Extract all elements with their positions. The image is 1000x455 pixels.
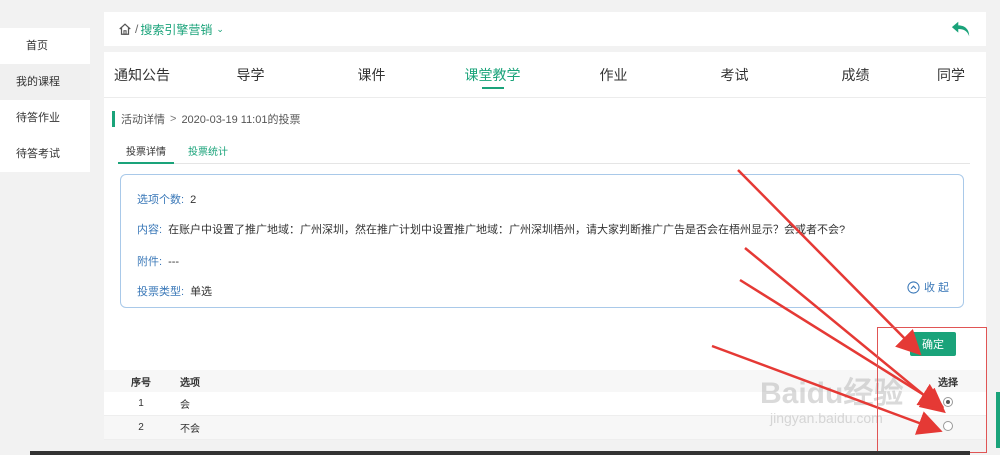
course-tabs: 通知公告 导学 课件 课堂教学 作业 考试 成绩 同学 [104,52,986,98]
vote-type-row: 投票类型: 单选 [137,284,212,300]
collapse-button[interactable]: 收 起 [907,279,949,295]
taskbar-strip [30,451,970,455]
tab-exams[interactable]: 考试 [674,52,795,97]
tab-classmates[interactable]: 同学 [916,52,986,97]
sidebar-item-pending-exams[interactable]: 待答考试 [0,136,90,172]
sidebar: 首页 我的课程 待答作业 待答考试 [0,28,90,172]
breadcrumb: / 搜索引擎营销 ⌄ [118,21,224,38]
option-radio[interactable] [943,421,953,431]
tab-grades[interactable]: 成绩 [795,52,916,97]
vote-subtabs: 投票详情 投票统计 [118,146,970,164]
vote-type-value: 单选 [190,286,213,298]
row-no: 2 [138,422,144,433]
subtab-vote-stats[interactable]: 投票统计 [180,146,236,164]
option-count-label: 选项个数: [137,194,185,206]
top-bar: / 搜索引擎营销 ⌄ [104,12,986,46]
back-arrow-icon[interactable] [950,19,972,39]
vote-detail-card: 选项个数: 2 内容: 在账户中设置了推广地域：广州深圳，然在推广计划中设置推广… [120,174,964,308]
tab-classroom[interactable]: 课堂教学 [432,52,553,97]
option-count-value: 2 [190,194,197,206]
tab-homework[interactable]: 作业 [553,52,674,97]
tab-courseware[interactable]: 课件 [311,52,432,97]
activity-title: 2020-03-19 11:01的投票 [181,114,301,126]
activity-crumb-separator: > [170,113,177,125]
main-panel: 通知公告 导学 课件 课堂教学 作业 考试 成绩 同学 活动详情 > 2020-… [104,52,986,440]
chevron-down-icon[interactable]: ⌄ [216,24,224,35]
vote-type-label: 投票类型: [137,286,185,298]
table-row[interactable]: 1 会 [104,392,986,416]
attachment-value: --- [168,256,180,268]
breadcrumb-course[interactable]: 搜索引擎营销 [140,21,212,38]
option-count-row: 选项个数: 2 [137,192,196,208]
breadcrumb-separator: / [135,22,139,36]
table-header: 序号 选项 选择 [104,370,986,392]
chevron-up-circle-icon [907,280,920,294]
header-option: 选项 [180,377,200,389]
confirm-button[interactable]: 确定 [910,332,956,356]
content-row: 内容: 在账户中设置了推广地域：广州深圳，然在推广计划中设置推广地域：广州深圳梧… [137,222,845,238]
row-option: 会 [180,400,190,411]
options-table: 序号 选项 选择 1 会 2 不会 [104,370,986,440]
row-option: 不会 [180,424,200,435]
content-label: 内容: [137,224,163,236]
subtab-vote-details[interactable]: 投票详情 [118,146,174,164]
header-no: 序号 [131,377,151,389]
activity-crumb-label[interactable]: 活动详情 [121,111,165,127]
attachment-label: 附件: [137,256,163,268]
right-edge-bar [996,392,1000,448]
home-icon[interactable] [118,22,132,36]
row-no: 1 [138,398,144,409]
sidebar-item-my-courses[interactable]: 我的课程 [0,64,90,100]
content-value: 在账户中设置了推广地域：广州深圳，然在推广计划中设置推广地域：广州深圳梧州，请大… [168,224,846,236]
tab-guide[interactable]: 导学 [190,52,311,97]
collapse-label: 收 起 [923,282,949,294]
table-row[interactable]: 2 不会 [104,416,986,440]
activity-breadcrumb: 活动详情 > 2020-03-19 11:01的投票 [112,111,300,127]
header-select: 选择 [938,377,958,389]
attachment-row: 附件: --- [137,254,179,270]
tab-announcements[interactable]: 通知公告 [104,52,190,97]
option-radio[interactable] [943,397,953,407]
sidebar-item-home[interactable]: 首页 [0,28,90,64]
sidebar-item-pending-homework[interactable]: 待答作业 [0,100,90,136]
